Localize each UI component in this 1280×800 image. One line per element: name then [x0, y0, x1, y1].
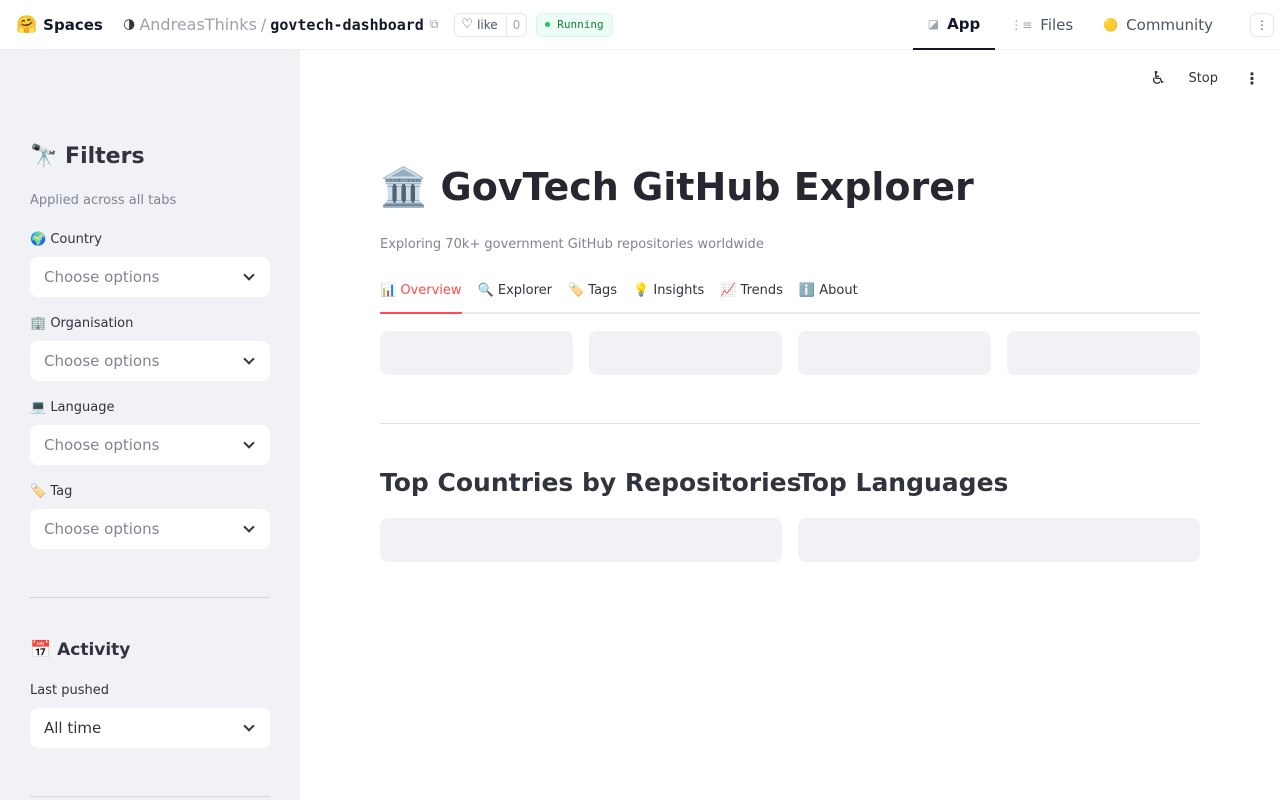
files-icon: ⋮≡	[1010, 18, 1033, 32]
breadcrumb-separator: /	[260, 15, 267, 34]
app-cube-icon: ◪	[927, 17, 940, 31]
tab-explorer[interactable]: 🔍 Explorer	[478, 276, 552, 312]
more-options-button[interactable]: ⋮	[1250, 13, 1274, 37]
like-button[interactable]: ♡ like 0	[454, 12, 528, 37]
last-pushed-select[interactable]: All time	[30, 708, 270, 748]
main-menu-icon[interactable]: ⋮	[1244, 69, 1260, 88]
filters-heading: 🔭 Filters	[30, 144, 145, 169]
page-subtitle: Exploring 70k+ government GitHub reposit…	[380, 237, 764, 252]
country-label: 🌍 Country	[30, 232, 102, 247]
organisation-select-placeholder: Choose options	[44, 352, 160, 370]
tag-label: 🏷️ Tag	[30, 484, 73, 499]
tab-tags[interactable]: 🏷️ Tags	[568, 276, 617, 312]
running-status-icon: ♿	[1150, 68, 1167, 89]
like-count[interactable]: 0	[505, 13, 527, 36]
community-icon: 🟡	[1103, 18, 1119, 32]
section-divider	[380, 423, 1200, 424]
organisation-select[interactable]: Choose options	[30, 341, 270, 381]
like-label: like	[477, 17, 498, 32]
stop-button[interactable]: Stop	[1188, 71, 1218, 86]
organisation-label: 🏢 Organisation	[30, 316, 134, 331]
page-title: 🏛️ GovTech GitHub Explorer	[380, 165, 974, 209]
tab-app[interactable]: ◪ App	[912, 0, 996, 50]
like-button-main[interactable]: ♡ like	[455, 14, 505, 36]
metric-placeholder	[798, 331, 991, 375]
chevron-down-icon	[243, 353, 255, 365]
language-select[interactable]: Choose options	[30, 425, 270, 465]
sidebar-divider	[30, 796, 270, 797]
chevron-down-icon	[243, 437, 255, 449]
app-toolbar: ♿ Stop ⋮	[1150, 68, 1260, 89]
status-label: Running	[557, 18, 604, 31]
top-countries-heading: Top Countries by Repositories	[380, 468, 802, 497]
country-select-placeholder: Choose options	[44, 268, 160, 286]
tag-select-placeholder: Choose options	[44, 520, 160, 538]
content-tabs: 📊 Overview 🔍 Explorer 🏷️ Tags 💡 Insights…	[380, 276, 1200, 314]
sidebar-divider	[30, 597, 270, 598]
countries-chart-placeholder	[380, 518, 782, 562]
tab-overview[interactable]: 📊 Overview	[380, 276, 462, 314]
breadcrumb: 🌗 AndreasThinks / govtech-dashboard ⧉	[123, 15, 439, 34]
copy-icon[interactable]: ⧉	[430, 17, 439, 32]
languages-chart-placeholder	[798, 518, 1200, 562]
metric-placeholder	[1007, 331, 1200, 375]
activity-heading: 📅 Activity	[30, 640, 131, 660]
language-select-placeholder: Choose options	[44, 436, 160, 454]
heart-icon: ♡	[461, 17, 474, 32]
owner-link[interactable]: AndreasThinks	[139, 15, 257, 34]
status-badge: Running	[536, 12, 613, 37]
owner-avatar-icon: 🌗	[122, 17, 136, 32]
sidebar: 🔭 Filters Applied across all tabs 🌍 Coun…	[0, 50, 300, 800]
more-vertical-icon: ⋮	[1256, 18, 1268, 32]
tab-trends[interactable]: 📈 Trends	[720, 276, 783, 312]
tab-about[interactable]: ℹ️ About	[799, 276, 858, 312]
tag-select[interactable]: Choose options	[30, 509, 270, 549]
space-nav-tabs: ◪ App ⋮≡ Files 🟡 Community	[912, 0, 1228, 50]
chevron-down-icon	[243, 720, 255, 732]
hugging-face-logo-icon: 🤗	[16, 14, 38, 35]
chevron-down-icon	[243, 269, 255, 281]
language-label: 💻 Language	[30, 400, 115, 415]
status-dot-icon	[545, 22, 551, 27]
last-pushed-label: Last pushed	[30, 683, 109, 698]
tab-app-label: App	[947, 15, 981, 33]
tab-community-label: Community	[1126, 16, 1213, 34]
tab-community[interactable]: 🟡 Community	[1088, 0, 1228, 50]
country-select[interactable]: Choose options	[30, 257, 270, 297]
last-pushed-value: All time	[44, 719, 102, 737]
spaces-label: Spaces	[43, 15, 103, 34]
metric-placeholder	[589, 331, 782, 375]
top-languages-heading: Top Languages	[798, 468, 1009, 497]
hf-header: 🤗 Spaces 🌗 AndreasThinks / govtech-dashb…	[0, 0, 1280, 50]
main-content: ♿ Stop ⋮ 🏛️ GovTech GitHub Explorer Expl…	[300, 50, 1280, 800]
repo-link[interactable]: govtech-dashboard	[270, 16, 424, 34]
filters-caption: Applied across all tabs	[30, 193, 177, 208]
tab-files[interactable]: ⋮≡ Files	[995, 0, 1088, 50]
spaces-link[interactable]: 🤗 Spaces	[16, 15, 103, 35]
tab-files-label: Files	[1040, 16, 1074, 34]
chevron-down-icon	[243, 521, 255, 533]
metric-placeholder	[380, 331, 573, 375]
tab-insights[interactable]: 💡 Insights	[633, 276, 704, 312]
